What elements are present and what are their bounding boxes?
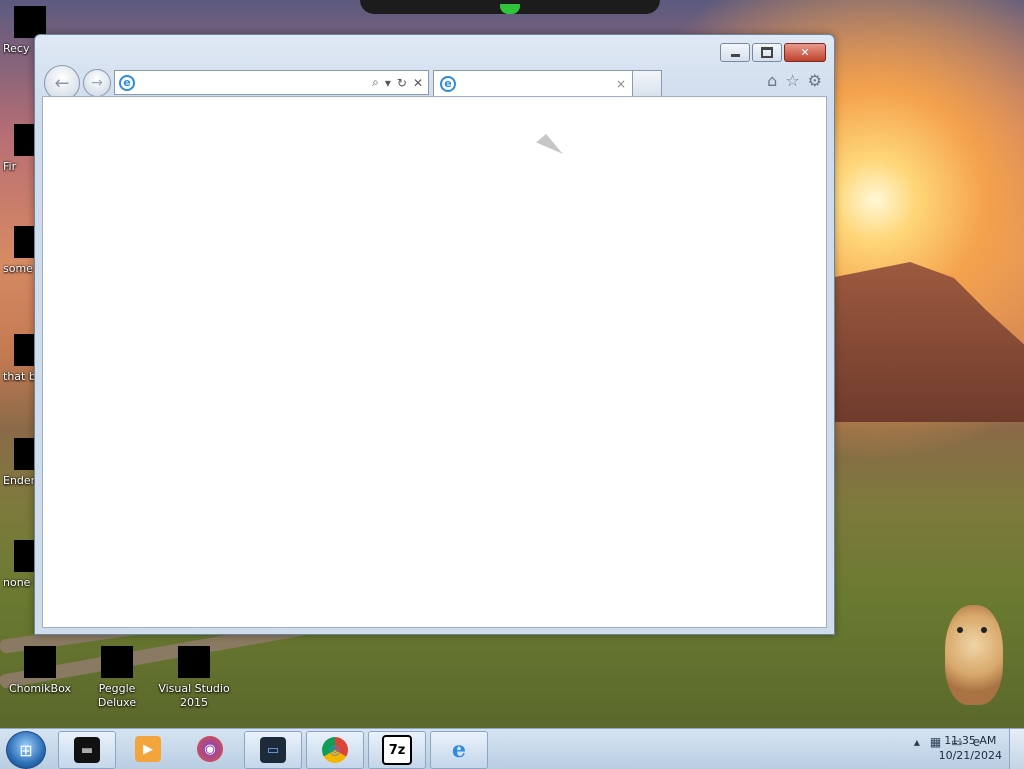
address-tools: ⌕ ▾ ↻ ✕ <box>372 75 428 90</box>
minimize-icon <box>730 53 740 57</box>
chomikbox-icon <box>24 646 56 678</box>
show-desktop-button[interactable] <box>1009 729 1024 769</box>
chevron-up-icon[interactable]: ▴ <box>914 735 920 749</box>
start-button[interactable]: ⊞ <box>6 731 46 769</box>
search-icon[interactable]: ⌕ <box>372 75 379 90</box>
home-icon[interactable]: ⌂ <box>767 71 777 90</box>
taskbar-item-firefox[interactable]: ◉ <box>182 731 238 767</box>
terminal-icon: ▬ <box>74 737 100 763</box>
clock[interactable]: 11:35 AM 10/21/2024 <box>939 733 1002 763</box>
dropdown-icon[interactable]: ▾ <box>385 76 391 90</box>
firefox-icon: ◉ <box>197 736 223 762</box>
ie-tab-icon: e <box>440 75 456 92</box>
desktop-icon-peggle[interactable]: Peggle Deluxe <box>79 646 155 710</box>
taskbar-item-7zip[interactable]: 7z <box>368 731 426 769</box>
maximize-button[interactable] <box>752 43 782 62</box>
maximize-icon <box>761 47 773 58</box>
taskbar-item-chrome[interactable]: ◎ <box>306 731 364 769</box>
tools-gear-icon[interactable]: ⚙ <box>808 71 822 90</box>
taskbar-item-terminal[interactable]: ▬ <box>58 731 116 769</box>
desktop-icon-label: ChomikBox <box>9 682 71 695</box>
close-button[interactable]: ✕ <box>784 43 826 62</box>
clock-date: 10/21/2024 <box>938 749 1002 762</box>
top-gadget-bar <box>360 0 660 14</box>
address-input[interactable] <box>135 72 373 93</box>
wallpaper-mountain <box>830 262 1024 422</box>
taskbar-item-internet-explorer[interactable]: e <box>430 731 488 769</box>
desktop-icon-visual-studio[interactable]: Visual Studio 2015 <box>156 646 232 710</box>
clock-time: 11:35 AM <box>944 734 997 747</box>
window-caption-buttons: ✕ <box>720 43 826 62</box>
chrome-icon: ◎ <box>322 737 348 763</box>
forward-button[interactable]: → <box>83 69 111 97</box>
peggle-icon <box>101 646 133 678</box>
desktop-icon-label: Visual Studio 2015 <box>158 682 230 709</box>
green-indicator-icon <box>500 4 520 14</box>
hamster-desktop-pet[interactable] <box>945 605 1003 705</box>
internet-explorer-window: ✕ ← → e ⌕ ▾ ↻ ✕ e × ⌂ ☆ ⚙ <box>34 34 835 635</box>
ie-page-icon: e <box>119 74 135 91</box>
internet-explorer-icon: e <box>452 737 466 763</box>
taskbar-item-media-player[interactable]: ▶ <box>120 731 176 767</box>
7zip-icon: 7z <box>382 735 412 765</box>
browser-tab[interactable]: e × <box>433 70 633 96</box>
new-tab-button[interactable] <box>632 70 662 96</box>
page-content-area[interactable] <box>42 96 827 628</box>
minimize-button[interactable] <box>720 43 750 62</box>
favorites-star-icon[interactable]: ☆ <box>785 71 799 90</box>
visual-studio-icon <box>178 646 210 678</box>
taskbar-item-remote-desktop[interactable]: ▭ <box>244 731 302 769</box>
address-bar[interactable]: e ⌕ ▾ ↻ ✕ <box>114 70 429 95</box>
taskbar: ⊞ ▬ ▶ ◉ ▭ ◎ 7z e ▴ ▦ ▭ e 11:35 AM 10/21/… <box>0 728 1024 769</box>
desktop-icon-label: Peggle Deluxe <box>97 682 137 709</box>
refresh-icon[interactable]: ↻ <box>397 76 407 90</box>
tab-close-icon[interactable]: × <box>616 77 632 91</box>
stop-icon[interactable]: ✕ <box>413 76 423 90</box>
remote-desktop-icon: ▭ <box>260 737 286 763</box>
command-icons: ⌂ ☆ ⚙ <box>767 71 822 90</box>
media-player-icon: ▶ <box>135 736 161 762</box>
desktop-icon-chomikbox[interactable]: ChomikBox <box>2 646 78 696</box>
